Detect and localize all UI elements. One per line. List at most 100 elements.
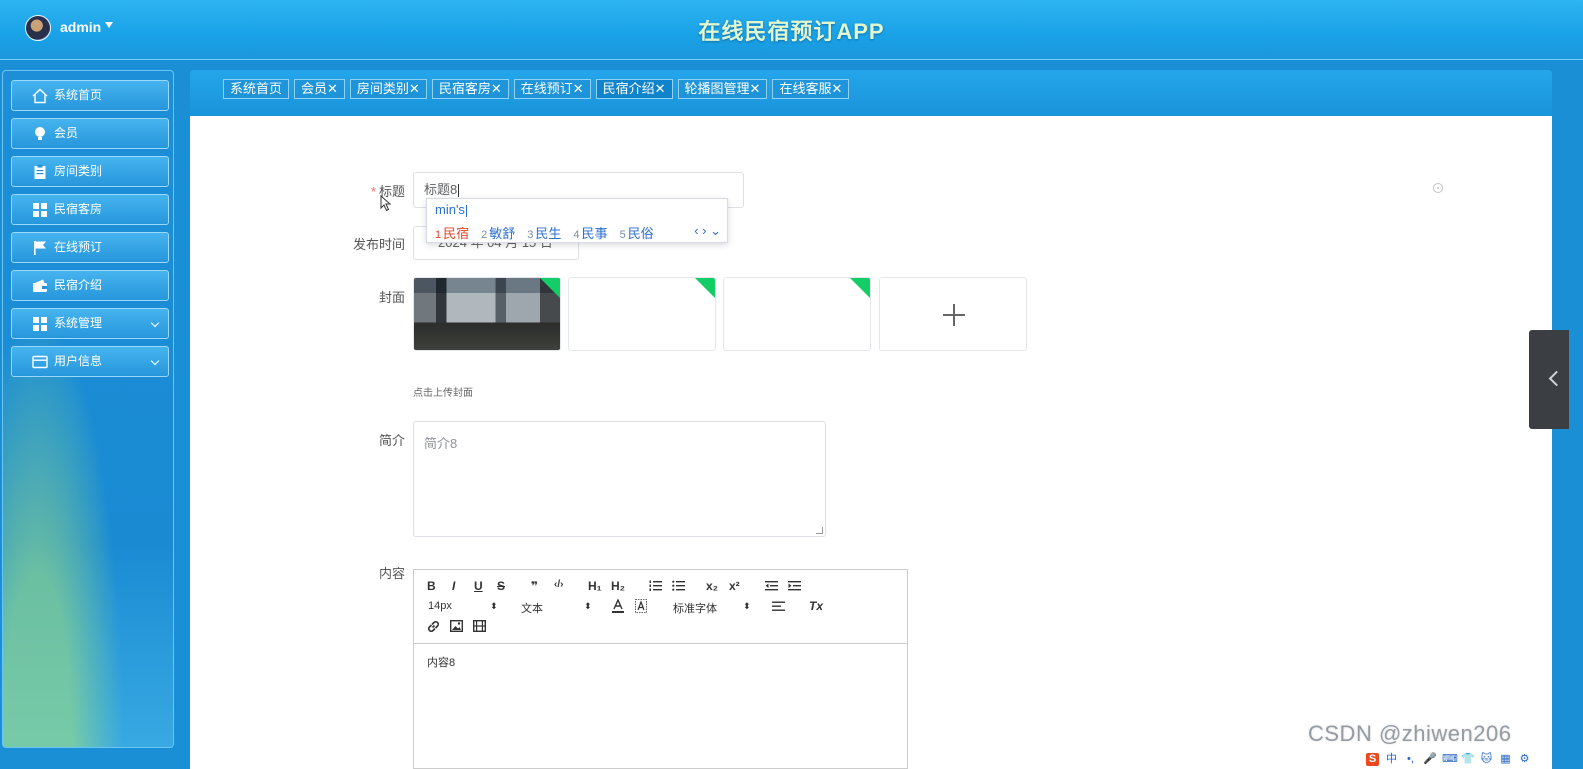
resize-handle[interactable] xyxy=(816,527,823,534)
editor-toolbar: B I U S ❞ ‹/› H₁ H₂ x₂ x² 14px ⬍ 文本 ⬍ 标准… xyxy=(414,570,907,644)
select-arrow-icon: ⬍ xyxy=(584,601,592,611)
rich-text-editor[interactable]: B I U S ❞ ‹/› H₁ H₂ x₂ x² 14px ⬍ 文本 ⬍ 标准… xyxy=(413,569,908,769)
font-size-select[interactable]: 14px xyxy=(428,600,452,612)
top-bar: admin 在线民宿预订APP xyxy=(0,0,1583,60)
ime-punct-icon[interactable]: •, xyxy=(1404,753,1417,766)
ime-page-nav[interactable]: ‹ › ⌄ xyxy=(694,223,721,239)
header-select[interactable]: 文本 xyxy=(521,600,543,616)
h1-button[interactable]: H₁ xyxy=(588,579,602,593)
underline-button[interactable]: U xyxy=(474,579,483,593)
app-title: 在线民宿预订APP xyxy=(698,19,885,44)
bold-button[interactable]: B xyxy=(427,579,436,593)
toolbox-icon[interactable]: ▦ xyxy=(1499,753,1512,766)
sidebar-item-home[interactable]: 系统首页 xyxy=(11,80,169,111)
chevron-down-icon xyxy=(150,318,160,328)
ime-candidate[interactable]: 5 民俗 xyxy=(620,223,654,242)
tab-rooms[interactable]: 民宿客房✕ xyxy=(431,79,509,99)
cover-label: 封面 xyxy=(378,290,405,305)
tab-room-type[interactable]: 房间类别✕ xyxy=(349,79,427,99)
ime-candidate[interactable]: 4 民事 xyxy=(573,223,607,242)
card-icon xyxy=(32,354,48,370)
ime-mode-icon[interactable]: 中 xyxy=(1385,753,1398,766)
sogou-ime-icon[interactable]: S xyxy=(1366,752,1379,766)
intro-textarea[interactable]: 简介8 xyxy=(413,421,826,537)
ime-candidate[interactable]: 2 敏舒 xyxy=(481,223,515,242)
cover-image-card[interactable] xyxy=(568,277,716,351)
outdent-icon[interactable] xyxy=(765,580,778,592)
sidebar-item-label: 系统首页 xyxy=(54,88,103,102)
sidebar-item-system[interactable]: 系统管理 xyxy=(11,308,169,339)
chevron-left-icon xyxy=(1548,370,1565,387)
quote-button[interactable]: ❞ xyxy=(531,579,538,593)
ime-candidate[interactable]: 1 民宿 xyxy=(435,223,469,242)
mascot-icon[interactable]: 🐱 xyxy=(1480,753,1493,766)
sidebar: 系统首页 会员 房间类别 民宿客房 在线预订 民宿介绍 系统管理 用户信息 xyxy=(2,70,174,748)
cover-image-card[interactable] xyxy=(413,277,561,351)
cover-image-card[interactable] xyxy=(723,277,871,351)
tab-bar: 系统首页 会员✕ 房间类别✕ 民宿客房✕ 在线预订✕ 民宿介绍✕ 轮播图管理✕ … xyxy=(190,70,1552,116)
sidebar-item-label: 民宿客房 xyxy=(54,202,103,216)
sidebar-item-label: 系统管理 xyxy=(54,316,103,330)
video-icon[interactable] xyxy=(473,620,486,632)
ime-candidate-popup[interactable]: min's 1 民宿 2 敏舒 3 民生 4 民事 5 民俗 ‹ › ⌄ xyxy=(426,198,728,243)
tab-service[interactable]: 在线客服✕ xyxy=(772,79,850,99)
skin-icon[interactable]: 👕 xyxy=(1461,753,1475,766)
sidebar-item-booking[interactable]: 在线预订 xyxy=(11,232,169,263)
mouse-cursor-icon xyxy=(380,195,392,212)
tab-intro[interactable]: 民宿介绍✕ xyxy=(595,79,673,99)
sidebar-item-label: 会员 xyxy=(54,126,79,140)
editor-content[interactable]: 内容8 xyxy=(427,654,455,670)
side-panel-toggle[interactable] xyxy=(1529,330,1569,429)
title-label: * 标题 xyxy=(370,184,405,199)
watermark: CSDN @zhiwen206 xyxy=(1308,721,1512,746)
tab-home[interactable]: 系统首页 xyxy=(223,79,290,99)
sidebar-item-member[interactable]: 会员 xyxy=(11,118,169,149)
image-icon[interactable] xyxy=(450,620,463,632)
chevron-down-icon xyxy=(150,356,160,366)
sidebar-item-intro[interactable]: 民宿介绍 xyxy=(11,270,169,301)
ime-candidate[interactable]: 3 民生 xyxy=(527,223,561,242)
ime-status-bar: S 中 •, 🎤 ⌨ 👕 🐱 ▦ ⚙ xyxy=(1366,749,1566,769)
sidebar-item-user-info[interactable]: 用户信息 xyxy=(11,346,169,377)
microphone-icon[interactable]: 🎤 xyxy=(1423,753,1437,766)
ime-composition: min's xyxy=(435,202,467,217)
sidebar-item-label: 房间类别 xyxy=(54,164,103,178)
keyboard-icon[interactable]: ⌨ xyxy=(1442,753,1458,766)
indent-icon[interactable] xyxy=(788,580,801,592)
flag-icon xyxy=(32,240,48,256)
sidebar-item-rooms[interactable]: 民宿客房 xyxy=(11,194,169,225)
h2-button[interactable]: H₂ xyxy=(611,579,625,593)
sidebar-item-room-type[interactable]: 房间类别 xyxy=(11,156,169,187)
sidebar-item-label: 民宿介绍 xyxy=(54,278,103,292)
font-family-select[interactable]: 标准字体 xyxy=(673,600,717,616)
bullet-list-icon[interactable] xyxy=(672,580,685,592)
content-label: 内容 xyxy=(378,566,405,581)
grid-icon xyxy=(32,202,48,218)
date-label: 发布时间 xyxy=(352,237,405,252)
clear-icon[interactable] xyxy=(1433,183,1443,193)
tab-carousel[interactable]: 轮播图管理✕ xyxy=(677,79,768,99)
upload-add-button[interactable] xyxy=(879,277,1027,351)
background-color-icon[interactable] xyxy=(635,599,647,613)
strike-button[interactable]: S xyxy=(497,579,505,593)
italic-button[interactable]: I xyxy=(452,579,455,593)
text-color-icon[interactable] xyxy=(612,599,624,613)
grid-icon xyxy=(32,316,48,332)
link-icon[interactable] xyxy=(427,620,440,633)
align-icon[interactable] xyxy=(772,601,785,612)
home-icon xyxy=(32,88,48,104)
subscript-button[interactable]: x₂ xyxy=(706,579,718,593)
upload-success-corner xyxy=(849,278,870,299)
code-button[interactable]: ‹/› xyxy=(554,579,563,590)
tab-member[interactable]: 会员✕ xyxy=(294,79,345,99)
select-arrow-icon: ⬍ xyxy=(490,601,498,611)
cover-hint: 点击上传封面 xyxy=(413,388,473,399)
settings-icon[interactable]: ⚙ xyxy=(1518,753,1531,766)
superscript-button[interactable]: x² xyxy=(729,579,740,593)
ordered-list-icon[interactable] xyxy=(649,580,662,592)
wallet-icon xyxy=(32,278,48,294)
tab-booking[interactable]: 在线预订✕ xyxy=(513,79,591,99)
clean-format-button[interactable]: Tx xyxy=(809,599,823,613)
clipboard-icon xyxy=(32,164,48,180)
upload-success-corner xyxy=(694,278,715,299)
